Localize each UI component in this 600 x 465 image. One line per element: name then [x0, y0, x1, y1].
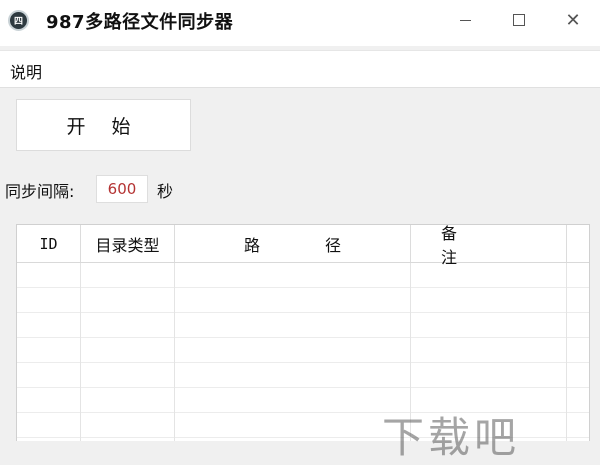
- sync-interval-unit: 秒: [157, 182, 174, 201]
- minimize-icon: [459, 19, 471, 21]
- grid-line: [17, 362, 589, 363]
- window-title: 987多路径文件同步器: [46, 12, 234, 33]
- grid-line: [17, 312, 589, 313]
- start-button[interactable]: 开 始: [16, 99, 191, 151]
- column-header-filler: [567, 225, 589, 262]
- column-header-note[interactable]: 备 注: [411, 225, 567, 267]
- sync-interval-input[interactable]: 600: [96, 175, 148, 203]
- grid-line: [17, 287, 589, 288]
- table-header: ID 目录类型 路 径 备 注: [17, 225, 589, 267]
- watermark-logo: 下载吧: [382, 413, 521, 462]
- close-button[interactable]: ✕: [546, 0, 600, 40]
- column-divider: [80, 263, 81, 441]
- column-header-dir-type[interactable]: 目录类型: [81, 225, 175, 262]
- grid-line: [17, 337, 589, 338]
- maximize-button[interactable]: [492, 0, 546, 40]
- grid-line: [17, 387, 589, 388]
- title-bar: 四 987多路径文件同步器 ✕: [0, 0, 600, 46]
- column-divider: [174, 263, 175, 441]
- menu-bar: 说明: [0, 50, 600, 88]
- menu-item-help[interactable]: 说明: [10, 59, 42, 83]
- minimize-button[interactable]: [438, 0, 492, 40]
- close-icon: ✕: [565, 9, 581, 31]
- sync-interval-label: 同步间隔:: [5, 182, 75, 201]
- app-icon: 四: [8, 10, 29, 31]
- column-header-path[interactable]: 路 径: [175, 225, 411, 262]
- column-header-id[interactable]: ID: [17, 225, 81, 262]
- maximize-icon: [513, 14, 525, 26]
- column-divider: [566, 263, 567, 441]
